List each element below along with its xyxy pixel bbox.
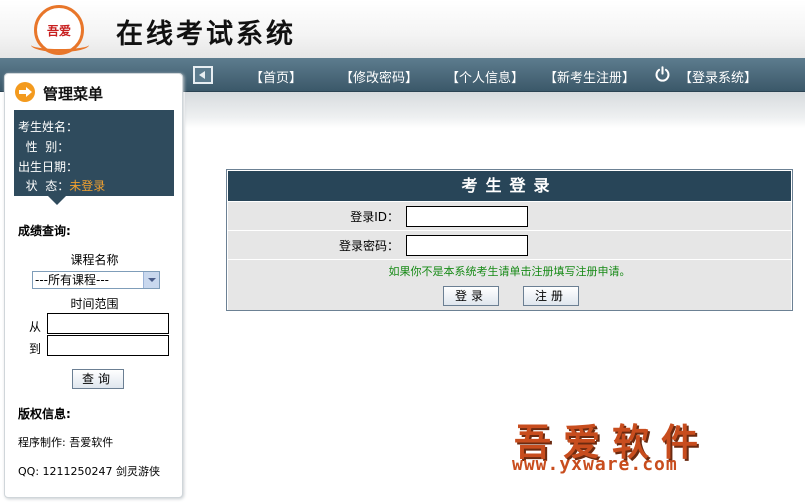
to-label: 到 — [29, 342, 42, 356]
nav-register[interactable]: 【新考生注册】 — [544, 67, 635, 86]
user-status-label: 状 态： — [18, 179, 70, 193]
score-query-title: 成绩查询: — [18, 224, 71, 238]
login-button[interactable]: 登录 — [443, 286, 499, 306]
user-status-value: 未登录 — [69, 179, 106, 193]
collapse-sidebar-icon[interactable] — [193, 66, 213, 84]
watermark-url: www.yxware.com — [512, 454, 678, 475]
user-name-label: 考生姓名： — [18, 120, 79, 134]
from-date-input[interactable] — [47, 313, 169, 334]
course-select[interactable]: ---所有课程--- — [32, 271, 160, 289]
sidebar: 管理菜单 考生姓名： 性 别： 出生日期： 状 态：未登录 成绩查询: 课程名称… — [4, 73, 183, 498]
password-input[interactable] — [406, 235, 528, 256]
content-top-band — [185, 92, 805, 128]
header: 吾爱 在线考试系统 — [0, 0, 805, 58]
qq-line: QQ: 1211250247 剑灵游侠 — [18, 465, 161, 478]
password-row: 登录密码： — [228, 230, 791, 259]
user-gender-label: 性 别： — [18, 140, 70, 154]
login-panel: 考生登录 登录ID： 登录密码： 如果你不是本系统考生请单击注册填写注册申请。 … — [226, 169, 793, 311]
to-date-input[interactable] — [47, 335, 169, 356]
login-id-label: 登录ID： — [350, 210, 399, 224]
user-birth-label: 出生日期： — [18, 160, 79, 174]
nav-home[interactable]: 【首页】 — [250, 67, 302, 86]
nav-profile[interactable]: 【个人信息】 — [446, 67, 524, 86]
login-title: 考生登录 — [228, 171, 791, 201]
author-line: 程序制作: 吾爱软件 — [18, 436, 114, 449]
register-hint: 如果你不是本系统考生请单击注册填写注册申请。 — [388, 265, 631, 278]
copyright-title: 版权信息: — [18, 407, 71, 421]
nav-login[interactable]: 【登录系统】 — [679, 67, 757, 86]
logo-swoosh-icon — [31, 38, 89, 52]
logo-text: 吾爱 — [46, 24, 71, 38]
time-range-label: 时间范围 — [70, 297, 119, 311]
login-id-row: 登录ID： — [228, 201, 791, 230]
course-label: 课程名称 — [70, 253, 119, 267]
login-id-input[interactable] — [406, 206, 528, 227]
course-select-value: ---所有课程--- — [35, 273, 109, 287]
from-label: 从 — [29, 320, 42, 334]
user-info-box: 考生姓名： 性 别： 出生日期： 状 态：未登录 — [14, 110, 174, 205]
password-label: 登录密码： — [338, 239, 399, 253]
chevron-down-icon[interactable] — [143, 272, 159, 288]
arrow-right-icon — [15, 82, 35, 102]
sidebar-header: 管理菜单 — [15, 82, 175, 106]
sidebar-title: 管理菜单 — [43, 85, 104, 103]
register-button[interactable]: 注册 — [523, 286, 579, 306]
nav-change-password[interactable]: 【修改密码】 — [340, 67, 418, 86]
site-title: 在线考试系统 — [116, 19, 296, 50]
query-button[interactable]: 查询 — [72, 369, 124, 389]
site-logo: 吾爱 — [31, 5, 89, 55]
login-action-row: 如果你不是本系统考生请单击注册填写注册申请。 — [228, 259, 791, 310]
user-status-row: 状 态：未登录 — [18, 177, 106, 194]
power-icon[interactable] — [654, 66, 671, 83]
